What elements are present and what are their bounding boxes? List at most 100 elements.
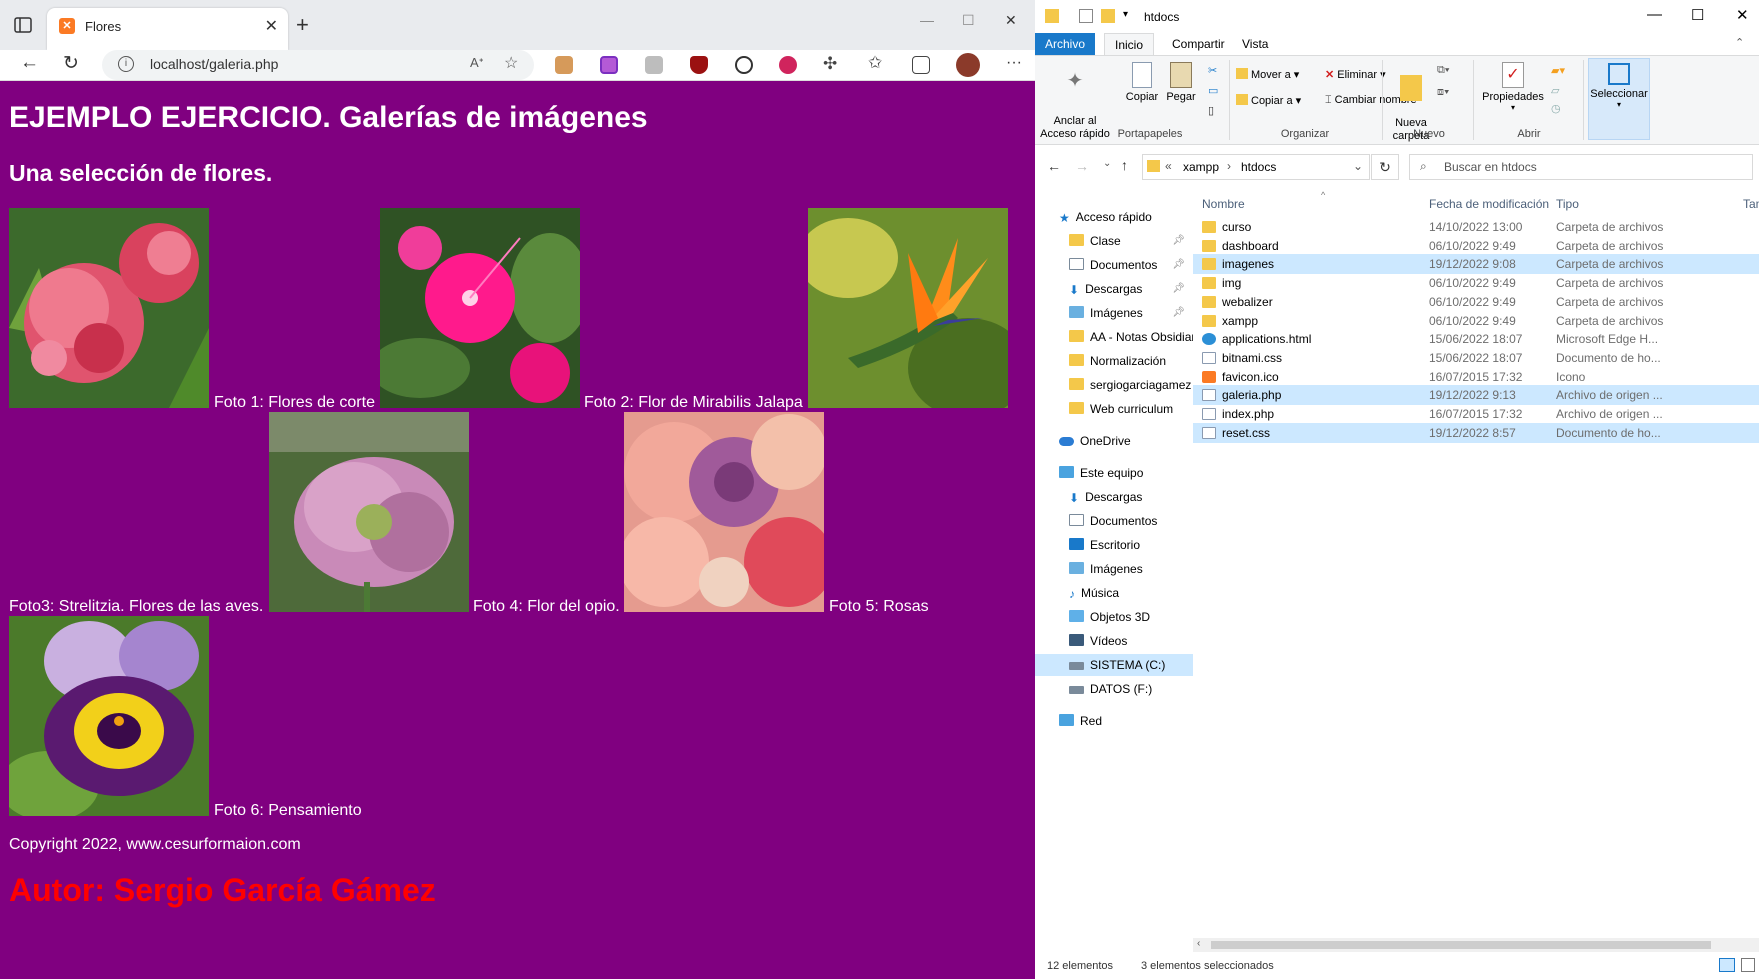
read-aloud-icon[interactable]: Aᐩ xyxy=(470,55,484,71)
file-row[interactable]: imagenes 19/12/2022 9:08 Carpeta de archiv… xyxy=(1193,254,1759,275)
file-row[interactable]: reset.css 19/12/2022 8:57 Documento de ho.… xyxy=(1193,422,1759,443)
tab-vista[interactable]: Vista xyxy=(1232,33,1278,55)
explorer-minimize-icon[interactable]: — xyxy=(1647,6,1662,23)
column-header-nombre[interactable]: Nombre xyxy=(1202,197,1245,211)
collapse-ribbon-icon[interactable]: ⌃ xyxy=(1735,36,1744,49)
explorer-maximize-icon[interactable]: ☐ xyxy=(1691,6,1704,24)
nav-item-imagenes[interactable]: Imágenes 📌︎ xyxy=(1069,302,1193,324)
minimize-icon[interactable]: — xyxy=(920,12,934,28)
close-window-icon[interactable]: ✕ xyxy=(1005,12,1017,29)
nav-item-sistema-c[interactable]: SISTEMA (C:) xyxy=(1035,654,1193,676)
scrollbar-thumb[interactable] xyxy=(1211,941,1711,949)
file-row[interactable]: curso 14/10/2022 13:00 Carpeta de archivos xyxy=(1193,217,1759,237)
ublock-icon[interactable] xyxy=(690,56,708,74)
file-row[interactable]: img 06/10/2022 9:49 Carpeta de archivos xyxy=(1193,273,1759,293)
column-header-tipo[interactable]: Tipo xyxy=(1556,197,1579,211)
nav-item-musica[interactable]: ♪ Música xyxy=(1069,582,1119,604)
nav-item-normalizacion[interactable]: Normalización xyxy=(1069,350,1166,372)
tab-inicio[interactable]: Inicio xyxy=(1104,33,1155,55)
copy-button[interactable]: Copiar xyxy=(1123,62,1161,103)
favorite-add-icon[interactable]: ☆ xyxy=(504,53,518,73)
file-row[interactable]: dashboard 06/10/2022 9:49 Carpeta de archi… xyxy=(1193,236,1759,256)
column-header-fecha[interactable]: Fecha de modificación xyxy=(1429,197,1549,211)
cut-icon[interactable]: ✂ xyxy=(1208,64,1217,77)
delete-button[interactable]: ✕ Eliminar ▾ xyxy=(1325,68,1386,81)
nav-item-acceso-rapido[interactable]: ★ Acceso rápido xyxy=(1059,206,1152,228)
collections-icon[interactable] xyxy=(912,56,930,74)
tab-compartir[interactable]: Compartir xyxy=(1162,33,1235,55)
favorites-icon[interactable]: ✩ xyxy=(868,53,886,72)
maximize-icon[interactable]: ☐ xyxy=(962,12,975,29)
edit-icon[interactable]: ▱ xyxy=(1551,84,1559,97)
nav-item-este-equipo[interactable]: Este equipo xyxy=(1059,462,1143,484)
explorer-forward-icon[interactable]: → xyxy=(1075,158,1089,174)
extension-6-icon[interactable] xyxy=(779,56,797,74)
file-row[interactable]: galeria.php 19/12/2022 9:13 Archivo de ori… xyxy=(1193,385,1759,406)
tab-archivo[interactable]: Archivo xyxy=(1035,33,1096,55)
history-icon[interactable]: ◷ xyxy=(1551,102,1561,115)
browser-tab[interactable]: ✕ Flores ✕ xyxy=(47,8,288,50)
explorer-search-input[interactable]: ⌕ Buscar en htdocs xyxy=(1409,154,1753,180)
nav-item-escritorio[interactable]: Escritorio xyxy=(1069,534,1140,556)
extensions-icon[interactable]: ✣ xyxy=(823,54,841,73)
extension-3-icon[interactable] xyxy=(645,56,663,74)
scroll-left-icon[interactable]: ‹ xyxy=(1197,938,1200,949)
address-dropdown-icon[interactable]: ⌄ xyxy=(1353,159,1363,173)
address-bar[interactable]: i localhost/galeria.php Aᐩ ☆ xyxy=(102,50,534,80)
breadcrumb-xampp[interactable]: xampp xyxy=(1183,160,1219,174)
properties-button[interactable]: ✓ Propiedades ▾ xyxy=(1479,62,1547,112)
open-icon[interactable]: ▰▾ xyxy=(1551,64,1565,77)
customize-quick-access-icon[interactable]: ▾ xyxy=(1123,9,1137,23)
profile-avatar[interactable] xyxy=(956,53,980,77)
explorer-close-icon[interactable]: ✕ xyxy=(1736,6,1749,24)
file-row[interactable]: index.php 16/07/2015 17:32 Archivo de orig… xyxy=(1193,404,1759,424)
close-tab-icon[interactable]: ✕ xyxy=(265,16,278,36)
file-row[interactable]: favicon.ico 16/07/2015 17:32 Icono xyxy=(1193,367,1759,387)
file-row[interactable]: webalizer 06/10/2022 9:49 Carpeta de archi… xyxy=(1193,292,1759,312)
nav-item-onedrive[interactable]: OneDrive xyxy=(1059,430,1131,452)
paste-shortcut-icon[interactable]: ▯ xyxy=(1208,104,1214,117)
refresh-icon[interactable]: ↻ xyxy=(63,52,79,75)
nav-item-notas-obsidian[interactable]: AA - Notas Obsidian xyxy=(1069,326,1193,348)
file-row[interactable]: applications.html 15/06/2022 18:07 Microso… xyxy=(1193,329,1759,349)
recent-locations-icon[interactable]: ⌄ xyxy=(1103,158,1111,169)
copy-to-button[interactable]: Copiar a ▾ xyxy=(1236,94,1301,107)
column-header-tamano[interactable]: Tam xyxy=(1743,197,1759,211)
more-options-icon[interactable]: ··· xyxy=(1006,54,1024,72)
breadcrumb-overflow-icon[interactable]: « xyxy=(1165,159,1172,173)
select-button[interactable]: Seleccionar ▾ xyxy=(1588,58,1650,140)
nav-item-clase[interactable]: Clase 📌︎ xyxy=(1069,230,1193,252)
details-view-icon[interactable] xyxy=(1719,958,1735,972)
horizontal-scrollbar[interactable]: ‹ xyxy=(1193,938,1759,952)
back-icon[interactable]: ← xyxy=(20,52,39,74)
easy-access-icon[interactable]: ⧈▾ xyxy=(1437,86,1449,99)
file-row[interactable]: xampp 06/10/2022 9:49 Carpeta de archivos xyxy=(1193,311,1759,331)
nav-item-descargas[interactable]: ⬇ Descargas 📌︎ xyxy=(1069,278,1193,300)
explorer-refresh-icon[interactable]: ↻ xyxy=(1371,154,1399,180)
explorer-address-bar[interactable]: « xampp › htdocs ⌄ xyxy=(1142,154,1370,180)
breadcrumb-htdocs[interactable]: htdocs xyxy=(1241,160,1276,174)
copy-path-icon[interactable]: ▭ xyxy=(1208,84,1218,97)
site-info-icon[interactable]: i xyxy=(118,56,134,72)
nav-item-documentos[interactable]: Documentos 📌︎ xyxy=(1069,254,1193,276)
move-to-button[interactable]: Mover a ▾ xyxy=(1236,68,1299,81)
paste-button[interactable]: Pegar xyxy=(1163,62,1199,103)
new-item-icon[interactable]: ⧉▾ xyxy=(1437,64,1449,77)
properties-quick-icon[interactable] xyxy=(1079,9,1093,23)
extension-2-icon[interactable] xyxy=(600,56,618,74)
nav-item-imagenes-pc[interactable]: Imágenes xyxy=(1069,558,1143,580)
nav-item-descargas-pc[interactable]: ⬇ Descargas xyxy=(1069,486,1142,508)
new-tab-icon[interactable]: + xyxy=(296,12,309,38)
up-folder-icon[interactable]: ↑ xyxy=(1121,157,1128,173)
nav-item-sergiogarciagamez[interactable]: sergiogarciagamez xyxy=(1069,374,1191,396)
extension-1-icon[interactable] xyxy=(555,56,573,74)
file-row[interactable]: bitnami.css 15/06/2022 18:07 Documento de … xyxy=(1193,348,1759,368)
tab-actions-icon[interactable] xyxy=(12,14,34,36)
large-icons-view-icon[interactable] xyxy=(1741,958,1755,972)
nav-item-videos[interactable]: Vídeos xyxy=(1069,630,1127,652)
extension-5-icon[interactable] xyxy=(735,56,753,74)
nav-item-documentos-pc[interactable]: Documentos xyxy=(1069,510,1157,532)
nav-item-red[interactable]: Red xyxy=(1059,710,1102,732)
nav-item-web-curriculum[interactable]: Web curriculum xyxy=(1069,398,1173,420)
explorer-back-icon[interactable]: ← xyxy=(1047,158,1061,174)
